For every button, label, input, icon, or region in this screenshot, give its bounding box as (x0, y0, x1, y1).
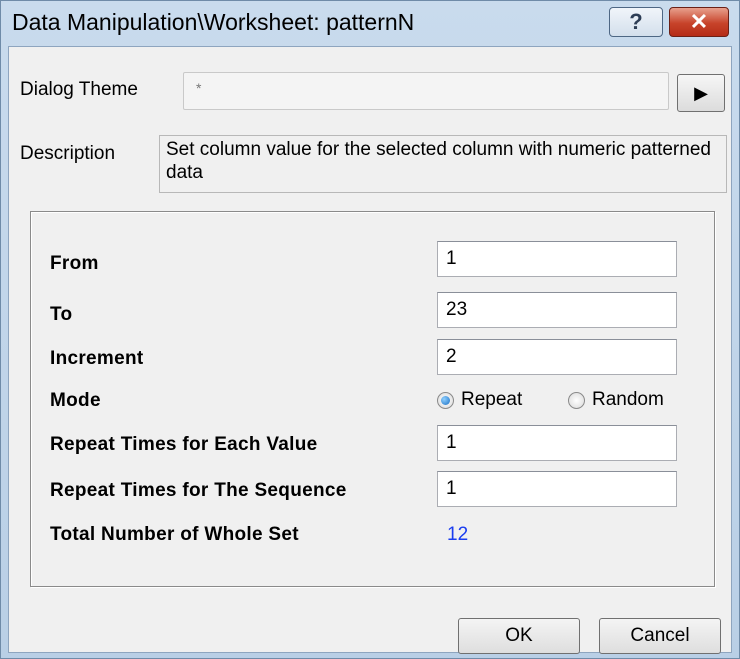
dialog-theme-label: Dialog Theme (20, 79, 138, 100)
to-input[interactable] (437, 292, 677, 328)
dialog-theme-value: * (196, 80, 202, 96)
increment-label: Increment (50, 348, 144, 369)
radio-selected-icon (437, 391, 454, 409)
repeat-sequence-label: Repeat Times for The Sequence (50, 480, 347, 501)
repeat-each-input[interactable] (437, 425, 677, 461)
dialog-window: Data Manipulation\Worksheet: patternN ? … (0, 0, 740, 659)
help-icon: ? (629, 9, 643, 34)
title-bar[interactable]: Data Manipulation\Worksheet: patternN ? … (1, 1, 739, 45)
total-label: Total Number of Whole Set (50, 524, 299, 545)
to-label: To (50, 304, 73, 325)
dialog-theme-field[interactable]: * (183, 72, 669, 110)
repeat-sequence-input[interactable] (437, 471, 677, 507)
increment-input[interactable] (437, 339, 677, 375)
total-value: 12 (447, 524, 469, 545)
mode-random-label: Random (592, 389, 664, 410)
close-button[interactable]: ✕ (669, 7, 729, 37)
play-arrow-icon: ▶ (694, 82, 708, 103)
dialog-body: Dialog Theme * ▶ Description Set column … (8, 46, 732, 654)
window-title: Data Manipulation\Worksheet: patternN (12, 9, 415, 35)
from-input[interactable] (437, 241, 677, 277)
mode-random-radio[interactable]: Random (568, 389, 664, 411)
description-text: Set column value for the selected column… (159, 135, 727, 193)
description-label: Description (20, 143, 116, 164)
repeat-each-label: Repeat Times for Each Value (50, 434, 318, 455)
help-button[interactable]: ? (609, 7, 663, 37)
close-icon: ✕ (689, 9, 709, 34)
from-label: From (50, 253, 99, 274)
mode-label: Mode (50, 390, 101, 411)
radio-unselected-icon (568, 391, 585, 409)
theme-menu-button[interactable]: ▶ (677, 74, 725, 112)
ok-button[interactable]: OK (458, 618, 580, 654)
mode-repeat-radio[interactable]: Repeat (437, 389, 522, 411)
cancel-button[interactable]: Cancel (599, 618, 721, 654)
mode-repeat-label: Repeat (461, 389, 523, 410)
